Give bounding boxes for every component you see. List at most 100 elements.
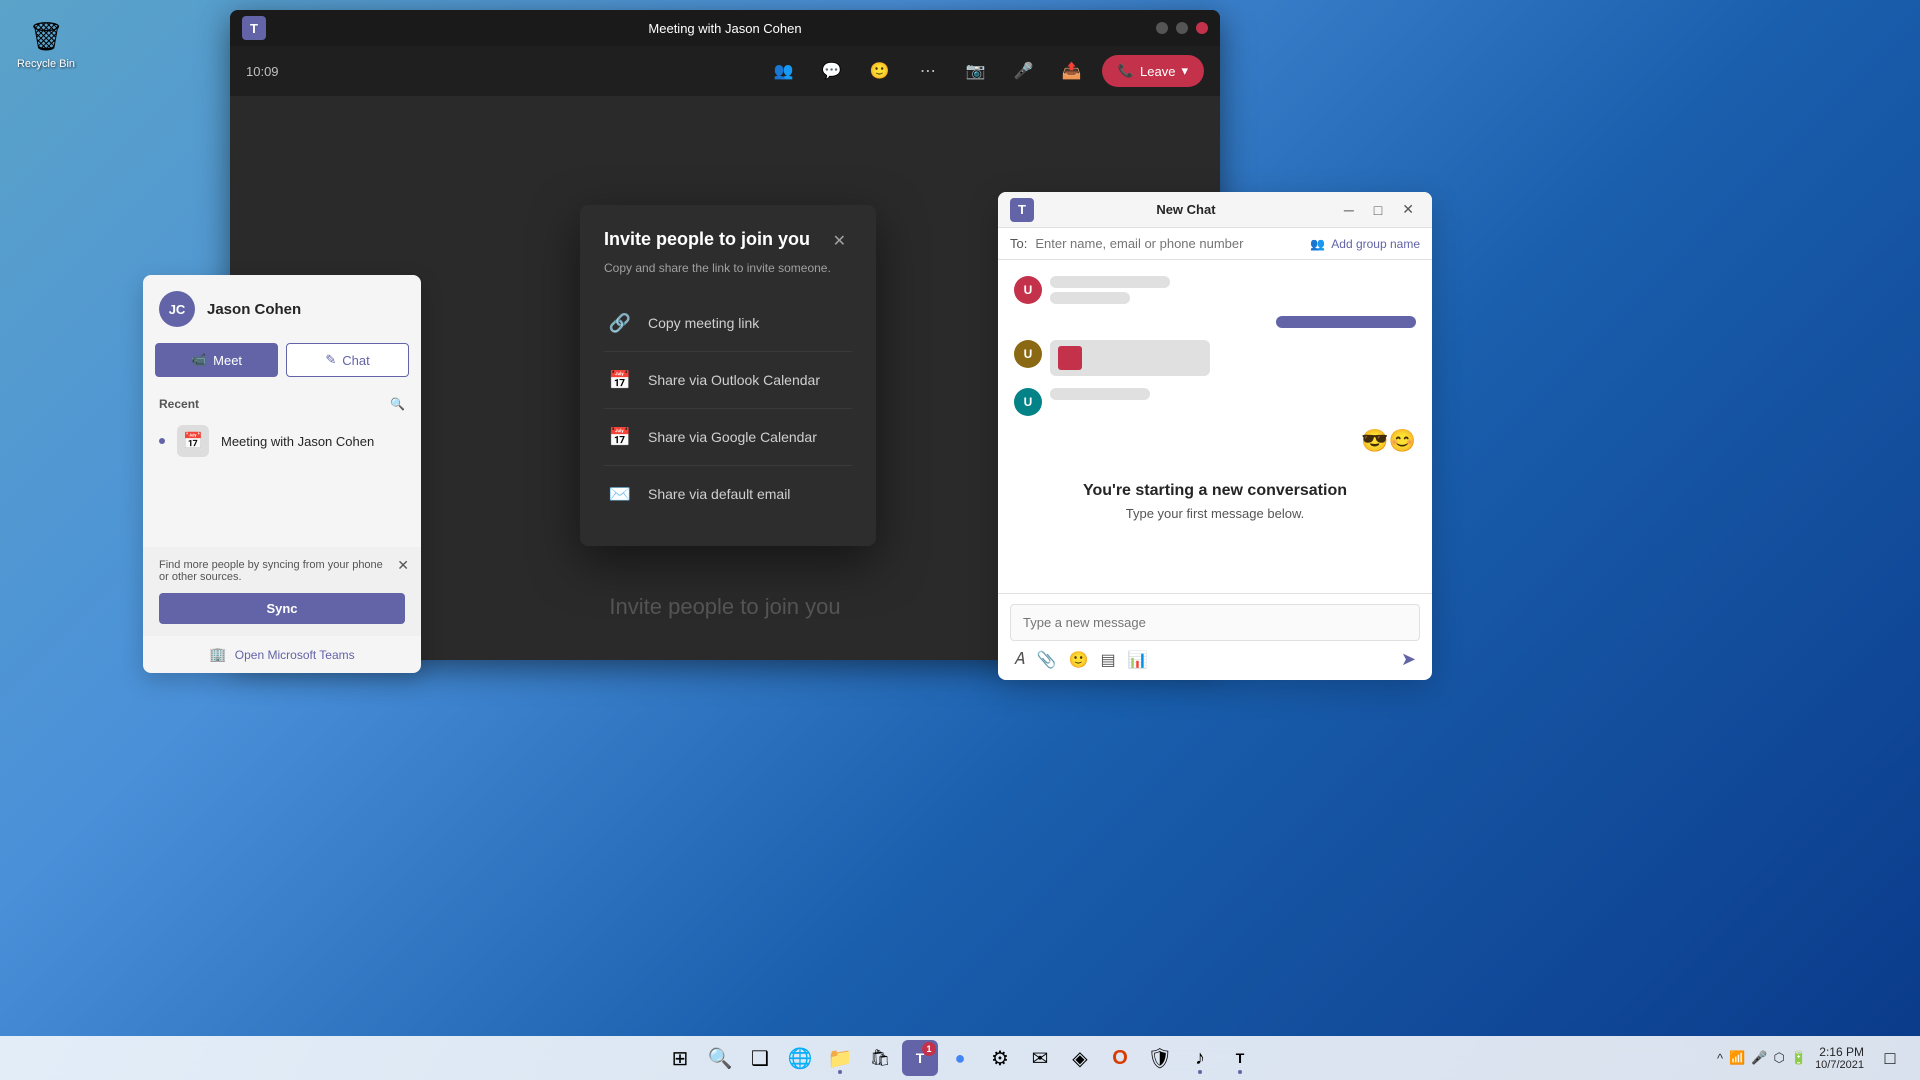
taskbar-mail[interactable]: ✉: [1022, 1040, 1058, 1076]
invite-dialog-title: Invite people to join you: [604, 229, 810, 250]
share-outlook-option[interactable]: 📅 Share via Outlook Calendar: [604, 352, 852, 409]
new-conv-title: You're starting a new conversation: [1030, 482, 1400, 500]
chat-message-3: U: [1014, 340, 1416, 376]
sync-text: Find more people by syncing from your ph…: [159, 559, 405, 583]
new-chat-titlebar: T New Chat ─ □ ✕: [998, 192, 1432, 228]
recent-meeting-label: Meeting with Jason Cohen: [221, 434, 374, 449]
more-icon[interactable]: ⋯: [910, 53, 946, 89]
open-teams-link[interactable]: 🏢 Open Microsoft Teams: [143, 636, 421, 673]
taskbar-teams2[interactable]: T: [1222, 1040, 1258, 1076]
emoji-picker-icon[interactable]: 🙂: [1069, 650, 1089, 670]
teams-logo: T: [242, 16, 266, 40]
teams-badge: 1: [922, 1042, 936, 1056]
new-chat-maximize[interactable]: □: [1368, 200, 1388, 220]
chat-bubble-placeholder-1: [1050, 276, 1170, 288]
format-icon[interactable]: 𝐴: [1014, 651, 1025, 669]
meet-label: Meet: [213, 353, 242, 368]
new-chat-to-input[interactable]: [1035, 236, 1310, 251]
reactions-icon[interactable]: 🙂: [862, 53, 898, 89]
sync-button[interactable]: Sync: [159, 593, 405, 624]
share-email-label: Share via default email: [648, 486, 790, 502]
contact-actions: 📹 Meet ✎ Chat: [143, 343, 421, 389]
taskbar-mic-sys[interactable]: 🎤: [1751, 1050, 1767, 1066]
attachment-size: [1088, 361, 1138, 367]
share-email-option[interactable]: ✉️ Share via default email: [604, 466, 852, 522]
taskbar-clock[interactable]: 2:16 PM 10/7/2021: [1815, 1045, 1864, 1071]
taskbar-file-explorer[interactable]: 📁: [822, 1040, 858, 1076]
taskbar-battery[interactable]: 🔋: [1791, 1050, 1807, 1066]
taskbar-settings[interactable]: ⚙: [982, 1040, 1018, 1076]
sticker-icon[interactable]: 📊: [1128, 650, 1148, 670]
chat-bubble-placeholder-4: [1050, 388, 1150, 400]
taskbar-edge[interactable]: 🌐: [782, 1040, 818, 1076]
taskbar-teams-chat[interactable]: T 1: [902, 1040, 938, 1076]
invite-dialog-header: Invite people to join you ✕: [604, 229, 852, 253]
teams-logo-small: 🏢: [209, 646, 226, 663]
new-chat-input-area: 𝐴 📎 🙂 ▤ 📊 ➤: [998, 593, 1432, 680]
minimize-btn[interactable]: [1156, 22, 1168, 34]
sync-close-button[interactable]: ✕: [397, 557, 409, 574]
recycle-bin-icon[interactable]: 🗑 Recycle Bin: [16, 16, 76, 70]
new-chat-toolbar: 𝐴 📎 🙂 ▤ 📊 ➤: [1010, 641, 1420, 670]
camera-icon[interactable]: 📷: [958, 53, 994, 89]
new-chat-close[interactable]: ✕: [1396, 199, 1420, 220]
chat-icon[interactable]: 💬: [814, 53, 850, 89]
new-chat-titlebar-controls: ─ □ ✕: [1338, 199, 1420, 220]
chat-message-2: [1014, 316, 1416, 328]
taskbar-start[interactable]: ⊞: [662, 1040, 698, 1076]
new-chat-minimize[interactable]: ─: [1338, 200, 1360, 220]
add-group-button[interactable]: 👥 Add group name: [1310, 237, 1420, 251]
gif-icon[interactable]: ▤: [1101, 650, 1116, 670]
emoji-display: 😎😊: [1361, 428, 1416, 454]
participants-icon[interactable]: 👥: [766, 53, 802, 89]
new-chat-window: T New Chat ─ □ ✕ To: 👥 Add group name U: [998, 192, 1432, 680]
chat-avatar-4: U: [1014, 388, 1042, 416]
chat-messages-area: U U: [998, 260, 1432, 593]
taskbar-store[interactable]: 🛍: [862, 1040, 898, 1076]
recent-search-icon[interactable]: 🔍: [390, 397, 405, 411]
leave-label: Leave: [1140, 64, 1175, 79]
contact-name: Jason Cohen: [207, 301, 301, 318]
taskbar-edge2[interactable]: ◈: [1062, 1040, 1098, 1076]
new-chat-message-input[interactable]: [1010, 604, 1420, 641]
attach-icon[interactable]: 📎: [1037, 650, 1057, 670]
taskbar-chrome[interactable]: ●: [942, 1040, 978, 1076]
taskbar-taskview[interactable]: ❑: [742, 1040, 778, 1076]
meet-button[interactable]: 📹 Meet: [155, 343, 278, 377]
taskbar-network[interactable]: 📶: [1729, 1050, 1745, 1066]
send-button[interactable]: ➤: [1401, 649, 1416, 670]
invite-dialog-close[interactable]: ✕: [827, 229, 852, 253]
taskbar-chevron[interactable]: ^: [1717, 1051, 1723, 1066]
taskbar-defender[interactable]: 🛡: [1142, 1040, 1178, 1076]
taskbar-wifi[interactable]: ⬡: [1774, 1050, 1785, 1066]
clock-date: 10/7/2021: [1815, 1059, 1864, 1071]
share-google-label: Share via Google Calendar: [648, 429, 817, 445]
chat-bubble-1: [1050, 276, 1170, 304]
chat-message-1: U: [1014, 276, 1416, 304]
recent-meeting-icon: 📅: [177, 425, 209, 457]
maximize-btn[interactable]: [1176, 22, 1188, 34]
close-btn[interactable]: [1196, 22, 1208, 34]
new-conversation-banner: You're starting a new conversation Type …: [1014, 466, 1416, 537]
meeting-title: Meeting with Jason Cohen: [648, 21, 801, 36]
leave-icon: 📞: [1118, 63, 1134, 79]
mic-icon[interactable]: 🎤: [1006, 53, 1042, 89]
meeting-titlebar-controls: [1156, 22, 1208, 34]
meeting-time: 10:09: [246, 64, 279, 79]
notification-center[interactable]: □: [1872, 1040, 1908, 1076]
chat-button[interactable]: ✎ Chat: [286, 343, 409, 377]
emoji-reactions: 😎😊: [1014, 428, 1416, 454]
taskbar-spotify[interactable]: ♪: [1182, 1040, 1218, 1076]
chat-bubble-3: [1050, 340, 1210, 376]
copy-meeting-link-option[interactable]: 🔗 Copy meeting link: [604, 295, 852, 352]
sync-banner: Find more people by syncing from your ph…: [143, 547, 421, 636]
leave-button[interactable]: 📞 Leave ▾: [1102, 55, 1204, 87]
recent-meeting-item[interactable]: 📅 Meeting with Jason Cohen: [143, 415, 421, 467]
share-icon[interactable]: 📤: [1054, 53, 1090, 89]
chat-bubble-2: [1276, 316, 1416, 328]
share-google-option[interactable]: 📅 Share via Google Calendar: [604, 409, 852, 466]
chat-bubble-placeholder-1b: [1050, 292, 1130, 304]
taskbar-search[interactable]: 🔍: [702, 1040, 738, 1076]
contact-card: JC Jason Cohen 📹 Meet ✎ Chat Recent 🔍 📅 …: [143, 275, 421, 673]
taskbar-office[interactable]: O: [1102, 1040, 1138, 1076]
